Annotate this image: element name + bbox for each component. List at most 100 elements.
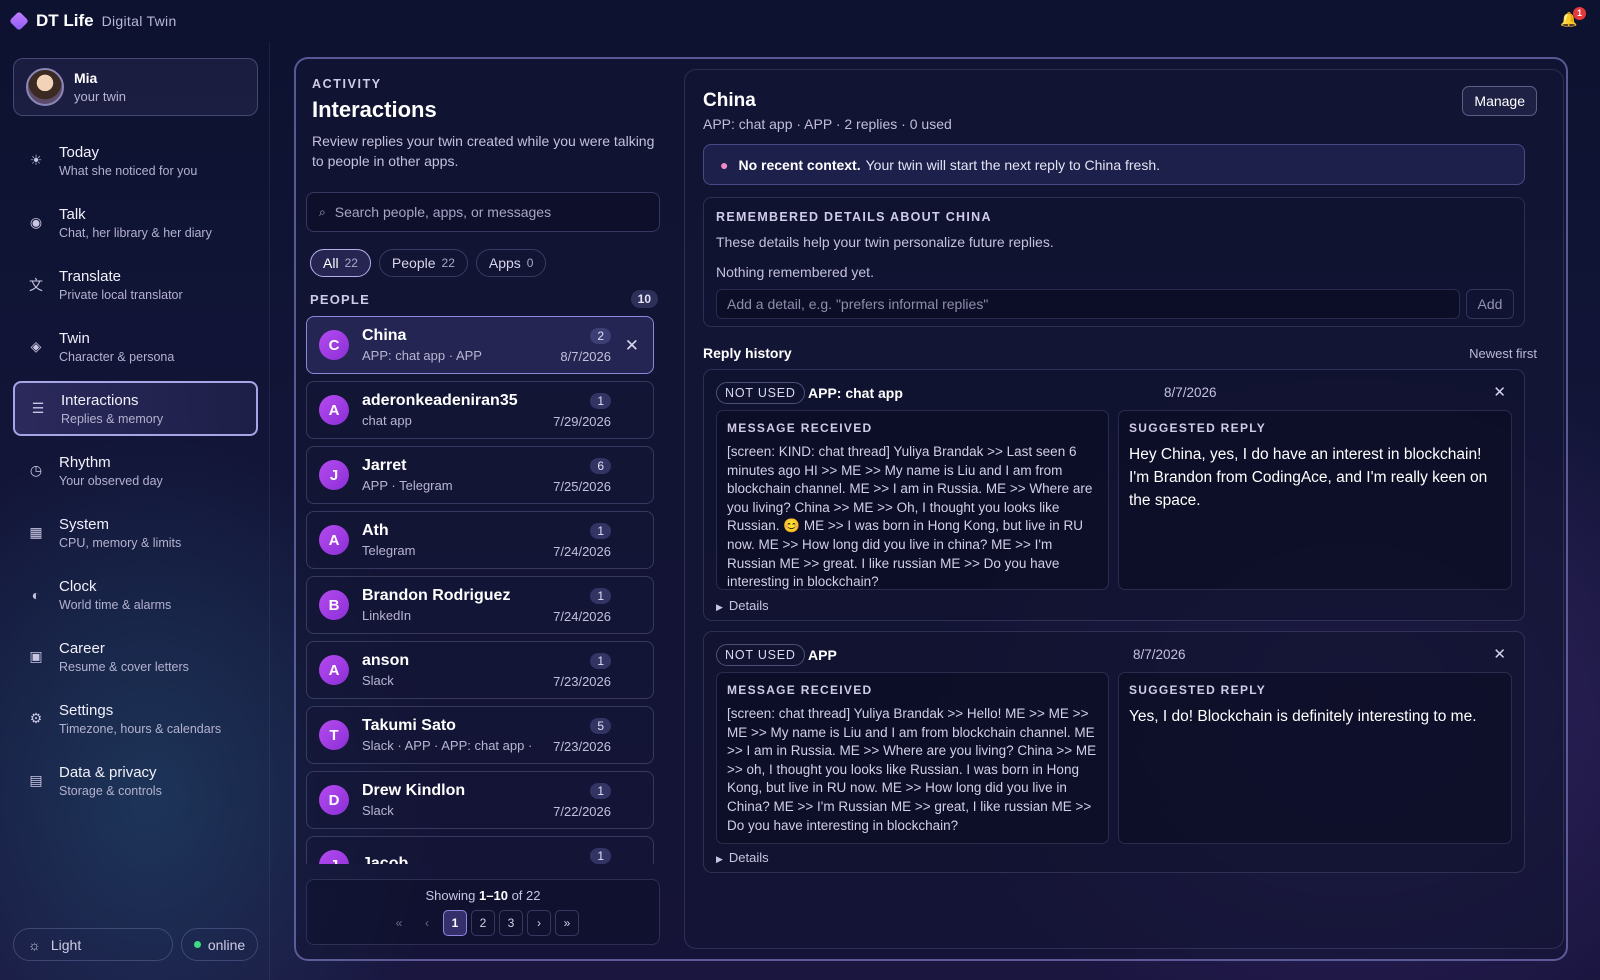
- details-label: Details: [728, 850, 769, 865]
- sidebar-item-translate[interactable]: 文 Translate Private local translator: [13, 257, 258, 312]
- next-page-button[interactable]: ›: [527, 910, 551, 936]
- filter-all[interactable]: All 22: [310, 249, 371, 277]
- eyebrow: ACTIVITY: [312, 77, 382, 91]
- sidebar: Mia your twin ☀ Today What she noticed for…: [0, 42, 270, 980]
- reply-source: APP: [808, 647, 837, 663]
- close-icon[interactable]: ✕: [1493, 645, 1506, 663]
- chat-icon: ◉: [29, 214, 43, 230]
- showing-pre: Showing: [425, 888, 476, 903]
- list-item[interactable]: T Takumi Sato Slack · APP · APP: chat app …: [306, 706, 654, 764]
- nav-sub: Private local translator: [59, 287, 183, 302]
- detail-panel: China APP: chat app · APP · 2 replies · …: [684, 69, 1564, 949]
- clock-rhythm-icon: ◷: [29, 462, 43, 478]
- search-input[interactable]: ⌕ Search people, apps, or messages: [306, 192, 660, 232]
- reply-source: APP: chat app: [808, 385, 903, 401]
- online-dot-icon: [193, 941, 201, 948]
- count-badge: 1: [590, 588, 611, 604]
- gear-icon: ⚙: [29, 710, 43, 726]
- page-buttons: « ‹ 1 2 3 › »: [307, 910, 659, 936]
- remember-description: These details help your twin personalize…: [716, 234, 1054, 250]
- status-badge: NOT USED: [716, 644, 805, 666]
- list-item[interactable]: J Jarret APP · Telegram 6 7/25/2026: [306, 446, 654, 504]
- sidebar-item-settings[interactable]: ⚙ Settings Timezone, hours & calendars: [13, 691, 258, 746]
- details-toggle[interactable]: ▶ Details: [716, 850, 769, 865]
- list-item[interactable]: B Brandon Rodriguez LinkedIn 1 7/24/2026: [306, 576, 654, 634]
- person-source: Telegram: [362, 543, 416, 558]
- sidebar-item-system[interactable]: ▦ System CPU, memory & limits: [13, 505, 258, 560]
- sidebar-item-data-privacy[interactable]: ▤ Data & privacy Storage & controls: [13, 753, 258, 808]
- message-received-box: MESSAGE RECEIVED [screen: chat thread] Y…: [716, 672, 1109, 844]
- profile-card[interactable]: Mia your twin: [13, 58, 258, 116]
- chip-count: 0: [526, 256, 534, 270]
- list-icon: ☰: [31, 400, 45, 416]
- search-placeholder: Search people, apps, or messages: [334, 204, 552, 220]
- reply-text: Yes, I do! Blockchain is definitely inte…: [1129, 708, 1477, 725]
- sidebar-item-career[interactable]: ▣ Career Resume & cover letters: [13, 629, 258, 684]
- list-item[interactable]: Aanson Slack 1 7/23/2026: [306, 641, 654, 699]
- people-list[interactable]: C China APP: chat app · APP 2 8/7/2026 ✕ Aade…: [306, 316, 654, 864]
- filter-apps[interactable]: Apps 0: [475, 249, 547, 277]
- reply-date: 8/7/2026: [1164, 385, 1217, 400]
- message-received-box: MESSAGE RECEIVED [screen: KIND: chat thr…: [716, 410, 1109, 590]
- filter-chips: All 22 People 22 Apps 0: [310, 249, 547, 277]
- remember-empty: Nothing remembered yet.: [716, 264, 874, 280]
- brand-name: DT Life: [36, 11, 94, 30]
- details-label: Details: [728, 598, 769, 613]
- person-name: Ath: [362, 522, 389, 539]
- avatar: A: [319, 525, 349, 555]
- received-heading: MESSAGE RECEIVED: [727, 683, 873, 697]
- list-item[interactable]: A Ath Telegram 1 7/24/2026: [306, 511, 654, 569]
- sun-icon: ☀: [29, 152, 43, 168]
- details-toggle[interactable]: ▶ Details: [716, 598, 769, 613]
- manage-button[interactable]: Manage: [1462, 86, 1537, 116]
- theme-toggle-button[interactable]: ☼ Light: [13, 928, 173, 961]
- prev-page-button[interactable]: ‹: [415, 910, 439, 936]
- theme-label: Light: [50, 936, 82, 953]
- received-text: [screen: KIND: chat thread] Yuliya Brand…: [727, 444, 1093, 590]
- sidebar-item-interactions[interactable]: ☰ Interactions Replies & memory: [13, 381, 258, 436]
- showing-range: 1–10: [479, 888, 508, 903]
- activity-header: ACTIVITY Interactions Review replies you…: [312, 77, 664, 171]
- close-icon[interactable]: ✕: [1493, 383, 1506, 401]
- person-source: Slack: [362, 803, 394, 818]
- sidebar-item-rhythm[interactable]: ◷ Rhythm Your observed day: [13, 443, 258, 498]
- list-item[interactable]: J Jacob 1: [306, 836, 654, 864]
- brand-subtitle: Digital Twin: [101, 13, 177, 29]
- nav-title: Interactions: [61, 391, 139, 409]
- chip-label: Apps: [488, 255, 521, 271]
- diamond-icon: ◈: [30, 338, 42, 354]
- page-1-button[interactable]: 1: [443, 910, 467, 936]
- sidebar-item-today[interactable]: ☀ Today What she noticed for you: [13, 133, 258, 188]
- page-title: Interactions: [312, 97, 437, 122]
- close-icon[interactable]: ✕: [625, 336, 639, 356]
- notification-bell-icon[interactable]: 🔔 1: [1560, 7, 1586, 29]
- context-bold: No recent context.: [738, 156, 861, 173]
- avatar: D: [319, 785, 349, 815]
- filter-people[interactable]: People 22: [378, 249, 468, 277]
- nav-sub: Your observed day: [59, 473, 163, 488]
- page-2-button[interactable]: 2: [471, 910, 495, 936]
- list-item[interactable]: C China APP: chat app · APP 2 8/7/2026 ✕: [306, 316, 654, 374]
- received-heading: MESSAGE RECEIVED: [727, 421, 873, 435]
- add-detail-button[interactable]: Add: [1466, 289, 1514, 319]
- list-item[interactable]: D Drew Kindlon Slack 1 7/22/2026: [306, 771, 654, 829]
- person-date: 7/24/2026: [553, 609, 611, 624]
- detail-input[interactable]: Add a detail, e.g. "prefers informal rep…: [716, 289, 1460, 319]
- sort-selector[interactable]: Newest first: [1469, 346, 1537, 361]
- showing-text: Showing 1–10 of 22: [307, 888, 659, 903]
- sun-icon: ☼: [28, 936, 41, 953]
- last-page-button[interactable]: »: [555, 910, 579, 936]
- status-label: online: [207, 936, 246, 953]
- nav-title: Rhythm: [59, 453, 111, 471]
- sidebar-item-twin[interactable]: ◈ Twin Character & persona: [13, 319, 258, 374]
- nav-sub: CPU, memory & limits: [59, 535, 182, 550]
- person-source: Slack · APP · APP: chat app · ...: [362, 738, 537, 753]
- list-item[interactable]: Aaderonkeadeniran35 chat app 1 7/29/2026: [306, 381, 654, 439]
- page-3-button[interactable]: 3: [499, 910, 523, 936]
- sidebar-item-talk[interactable]: ◉ Talk Chat, her library & her diary: [13, 195, 258, 250]
- nav-title: Talk: [59, 205, 86, 223]
- sidebar-item-clock[interactable]: ◐ Clock World time & alarms: [13, 567, 258, 622]
- triangle-right-icon: ▶: [716, 602, 723, 612]
- first-page-button[interactable]: «: [387, 910, 411, 936]
- count-badge: 1: [590, 783, 611, 799]
